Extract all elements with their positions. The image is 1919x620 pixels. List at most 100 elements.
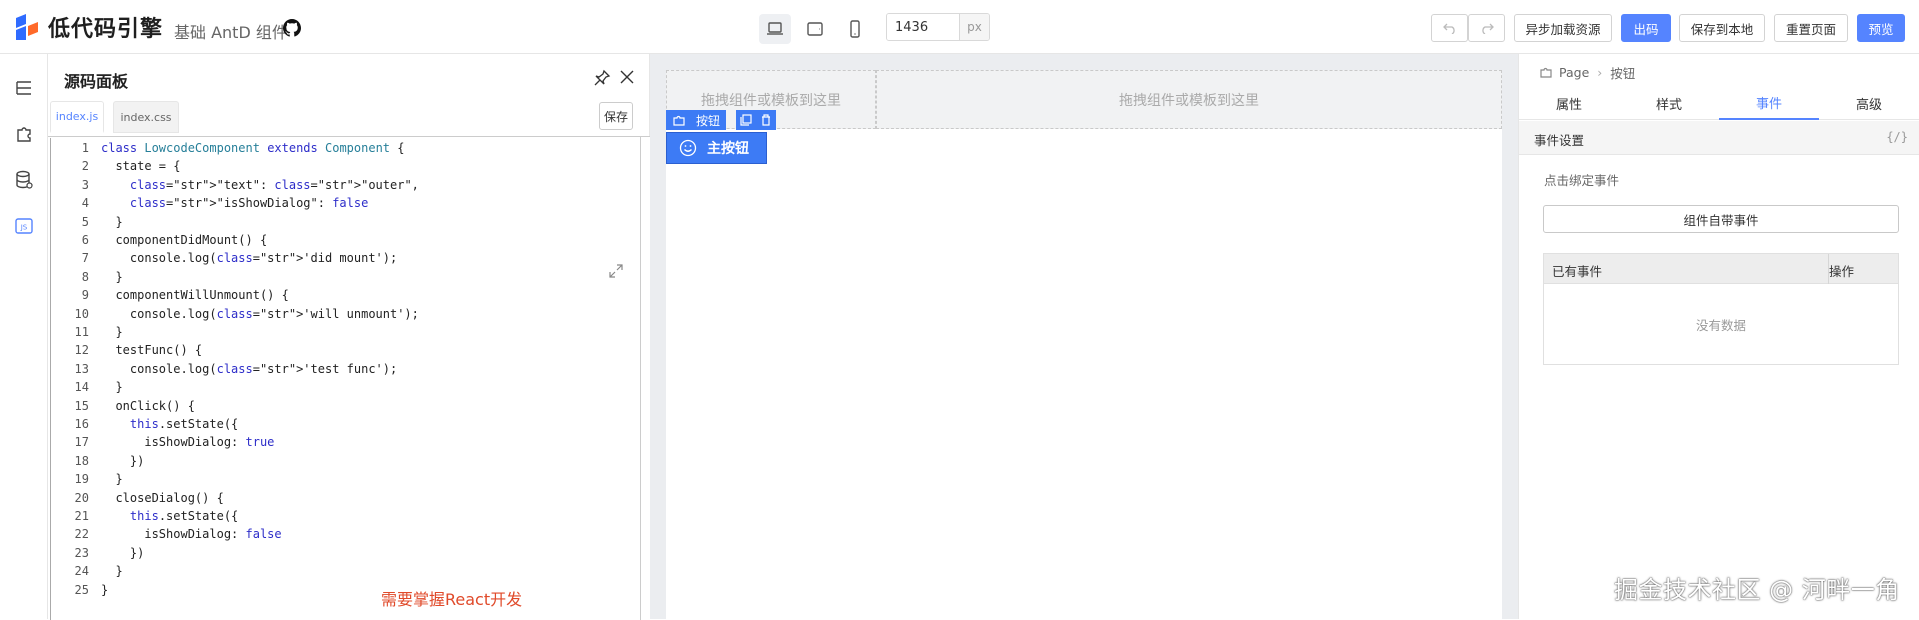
reset-page-button[interactable]: 重置页面 xyxy=(1774,14,1848,42)
line-number: 18 xyxy=(74,453,89,468)
code-text: class="str">"isShowDialog": false xyxy=(129,196,369,211)
line-number: 21 xyxy=(74,509,89,523)
code-line: 8 } xyxy=(51,268,631,286)
subtitle: 基础 AntD 组件 xyxy=(174,23,288,42)
github-icon[interactable] xyxy=(283,19,301,37)
canvas-width-field[interactable]: px xyxy=(886,13,990,41)
logo-icon xyxy=(16,14,38,40)
delete-component-button[interactable] xyxy=(756,110,776,130)
column-header-actions: 操作 xyxy=(1829,264,1855,279)
line-number: 20 xyxy=(74,490,89,505)
events-table: 已有事件 操作 没有数据 xyxy=(1543,253,1899,365)
bind-event-label: 点击绑定事件 xyxy=(1544,173,1620,188)
line-number: 12 xyxy=(74,343,89,358)
code-line: 10 console.log(class="str">'will unmount… xyxy=(51,305,631,323)
breadcrumb: Page › 按钮 xyxy=(1539,61,1643,83)
tab-props[interactable]: 属性 xyxy=(1519,86,1619,120)
tablet-view-button[interactable] xyxy=(799,14,831,44)
code-line: 15 onClick() { xyxy=(51,397,631,415)
tab-events[interactable]: 事件 xyxy=(1719,86,1819,120)
code-line: 23 }) xyxy=(51,544,631,562)
pin-icon[interactable] xyxy=(593,69,611,87)
tablet-icon xyxy=(807,22,823,36)
code-text: testFunc() { xyxy=(101,343,203,358)
code-line: 5 } xyxy=(51,213,631,231)
copy-icon xyxy=(740,114,752,126)
outline-tree-button[interactable] xyxy=(12,76,36,100)
code-line: 21 this.setState({ xyxy=(51,507,631,525)
undo-button[interactable] xyxy=(1431,14,1468,42)
export-code-button[interactable]: 出码 xyxy=(1621,14,1671,42)
line-number: 14 xyxy=(74,380,89,395)
close-icon[interactable] xyxy=(618,68,636,86)
code-line: 25} xyxy=(51,581,631,599)
code-text: } xyxy=(101,472,123,487)
preview-button[interactable]: 预览 xyxy=(1857,14,1905,42)
primary-button-label: 主按钮 xyxy=(707,141,749,157)
code-line: 11 } xyxy=(51,323,631,341)
editor-scrollbar[interactable] xyxy=(640,137,650,620)
svg-text:JS: JS xyxy=(20,224,28,232)
code-line: 6 componentDidMount() { xyxy=(51,231,631,249)
primary-button[interactable]: 主按钮 xyxy=(666,132,767,164)
column-header-events: 已有事件 xyxy=(1552,264,1603,279)
line-number: 5 xyxy=(81,214,89,229)
undo-icon xyxy=(1442,23,1455,34)
line-number: 25 xyxy=(74,582,89,597)
empty-state: 没有数据 xyxy=(1695,317,1746,333)
code-text: this.setState({ xyxy=(129,509,239,523)
builtin-events-button[interactable]: 组件自带事件 xyxy=(1543,205,1899,233)
line-number: 19 xyxy=(74,472,89,487)
tab-index-css[interactable]: index.css xyxy=(113,101,179,133)
async-load-button[interactable]: 异步加载资源 xyxy=(1514,14,1612,42)
code-text: state = { xyxy=(101,159,181,174)
database-icon xyxy=(16,170,33,189)
code-editor[interactable]: 1 class LowcodeComponent extends Componen… xyxy=(48,136,650,620)
annotation-text: 需要掌握React开发 xyxy=(381,590,523,609)
code-line: 17 isShowDialog: true xyxy=(51,433,631,451)
mobile-view-button[interactable] xyxy=(839,14,871,44)
brand-title: 低代码引擎 xyxy=(48,17,164,42)
tab-styles[interactable]: 样式 xyxy=(1619,86,1719,120)
canvas-page[interactable]: 拖拽组件或模板到这里 拖拽组件或模板到这里 按钮 主按钮 xyxy=(666,70,1502,619)
table-header: 已有事件 操作 xyxy=(1544,254,1898,284)
width-unit: px xyxy=(959,14,989,40)
events-section-header: 事件设置 {/} xyxy=(1519,121,1919,155)
line-number: 17 xyxy=(74,435,89,450)
tab-advanced[interactable]: 高级 xyxy=(1819,86,1919,120)
line-number: 16 xyxy=(74,417,89,431)
line-number: 9 xyxy=(81,288,89,303)
code-text: closeDialog() { xyxy=(101,490,224,505)
canvas-width-input[interactable] xyxy=(887,14,959,40)
save-source-button[interactable]: 保存 xyxy=(599,102,633,130)
save-local-button[interactable]: 保存到本地 xyxy=(1679,14,1765,42)
expand-icon[interactable] xyxy=(608,263,624,279)
variable-binding-icon[interactable]: {/} xyxy=(1886,130,1908,144)
breadcrumb-page[interactable]: Page xyxy=(1559,65,1589,80)
code-line: 18 }) xyxy=(51,452,631,470)
line-number: 3 xyxy=(81,177,89,192)
components-button[interactable] xyxy=(12,122,36,146)
tab-index-js[interactable]: index.js xyxy=(50,101,104,133)
redo-icon xyxy=(1481,23,1494,34)
code-line: 24 } xyxy=(51,562,631,580)
copy-component-button[interactable] xyxy=(736,110,756,130)
code-text: console.log(class="str">'will unmount'); xyxy=(101,306,419,321)
redo-button[interactable] xyxy=(1468,14,1505,42)
drop-zone-right[interactable]: 拖拽组件或模板到这里 xyxy=(876,70,1502,129)
datasource-button[interactable] xyxy=(12,168,36,192)
code-area[interactable]: 1 class LowcodeComponent extends Componen… xyxy=(50,138,647,620)
breadcrumb-current: 按钮 xyxy=(1610,65,1636,81)
settings-panel: Page › 按钮 属性 样式 事件 高级 事件设置 {/} 点击绑定事件 组件… xyxy=(1518,54,1919,619)
source-code-button[interactable]: JS xyxy=(12,214,36,238)
source-code-panel: 源码面板 index.js index.css 保存 1 class Lowcod… xyxy=(48,54,650,620)
line-number: 24 xyxy=(74,564,89,579)
laptop-icon xyxy=(767,22,783,35)
code-line: 20 closeDialog() { xyxy=(51,489,631,507)
trash-icon xyxy=(762,114,770,126)
code-text: } xyxy=(101,582,109,597)
desktop-view-button[interactable] xyxy=(759,14,791,44)
selected-component-label[interactable]: 按钮 xyxy=(666,110,727,130)
code-text: }) xyxy=(101,545,145,560)
line-number: 6 xyxy=(81,233,89,247)
